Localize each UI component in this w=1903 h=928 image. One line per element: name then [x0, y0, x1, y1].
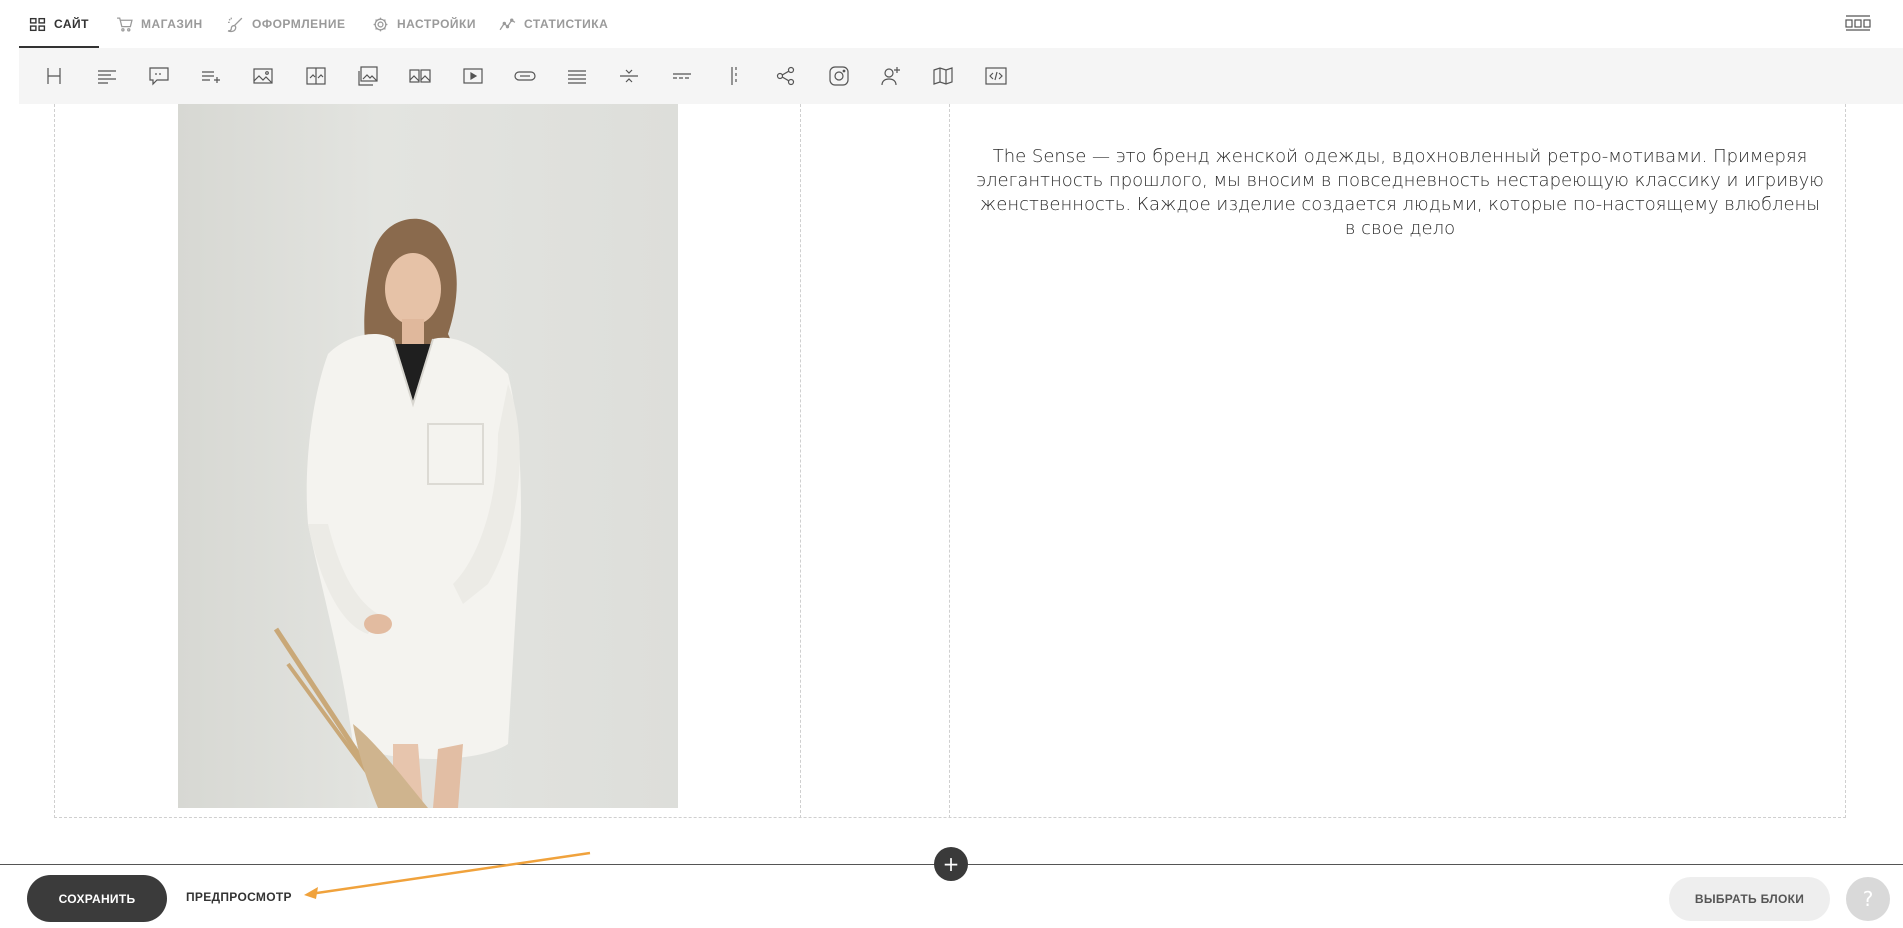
dashed-divider-icon	[673, 73, 691, 79]
tool-text[interactable]	[93, 62, 121, 90]
tool-list[interactable]	[197, 62, 225, 90]
tool-dashed-divider[interactable]	[668, 62, 696, 90]
nav-item-shop[interactable]: МАГАЗИН	[116, 0, 203, 48]
nav-item-label: МАГАЗИН	[141, 17, 203, 31]
tool-video[interactable]	[459, 62, 487, 90]
subscribe-icon	[881, 67, 900, 86]
nav-item-settings[interactable]: НАСТРОЙКИ	[372, 0, 476, 48]
list-icon	[202, 71, 220, 83]
tool-subscribe[interactable]	[877, 62, 905, 90]
brush-icon	[227, 17, 243, 32]
cart-icon	[117, 16, 133, 32]
divider-icon	[620, 69, 638, 83]
share-icon	[776, 66, 795, 86]
nav-item-statistics[interactable]: СТАТИСТИКА	[499, 0, 608, 48]
tool-image-compare[interactable]	[302, 62, 330, 90]
tool-image[interactable]	[249, 62, 277, 90]
nav-item-label: ОФОРМЛЕНИЕ	[252, 17, 346, 31]
tool-lines[interactable]	[563, 62, 591, 90]
tool-code[interactable]	[982, 62, 1010, 90]
quote-icon	[149, 67, 169, 86]
stats-icon	[499, 18, 516, 30]
add-block-button[interactable]: +	[934, 847, 968, 881]
nav-item-design[interactable]: ОФОРМЛЕНИЕ	[227, 0, 345, 48]
nav-item-site[interactable]: САЙТ	[19, 0, 99, 48]
tool-spacer[interactable]	[720, 62, 748, 90]
instagram-icon	[829, 66, 849, 86]
gear-icon	[373, 17, 388, 31]
tool-image-text[interactable]	[354, 62, 382, 90]
nav-item-label: САЙТ	[54, 17, 89, 31]
block-toolbar	[19, 48, 1903, 104]
nav-item-label: СТАТИСТИКА	[524, 17, 609, 31]
heading-icon	[47, 68, 61, 84]
tool-quote[interactable]	[145, 62, 173, 90]
save-button[interactable]: СОХРАНИТЬ	[27, 875, 167, 922]
column-guide	[949, 104, 950, 818]
column-guide	[800, 104, 801, 818]
map-icon	[933, 67, 953, 85]
tool-map[interactable]	[929, 62, 957, 90]
code-icon	[985, 67, 1007, 85]
help-button[interactable]: ?	[1846, 877, 1890, 921]
blocks-icon[interactable]	[1844, 13, 1872, 33]
preview-button[interactable]: ПРЕДПРОСМОТР	[186, 890, 292, 904]
grid-icon	[29, 17, 46, 31]
nav-item-label: НАСТРОЙКИ	[397, 17, 476, 31]
spacer-icon	[731, 67, 737, 85]
model-photo[interactable]	[178, 104, 678, 808]
brand-description-text[interactable]: The Sense — это бренд женской одежды, вд…	[975, 145, 1825, 241]
top-navigation: САЙТ МАГАЗИН ОФОРМЛЕНИЕ НАСТРОЙКИ СТАТИС…	[0, 0, 1903, 48]
tool-instagram[interactable]	[825, 62, 853, 90]
tool-share[interactable]	[772, 62, 800, 90]
image-compare-icon	[306, 67, 326, 85]
image-text-icon	[358, 66, 378, 86]
gallery-icon	[409, 69, 431, 83]
text-icon	[98, 70, 116, 84]
choose-blocks-button[interactable]: ВЫБРАТЬ БЛОКИ	[1669, 877, 1830, 921]
tool-divider[interactable]	[615, 62, 643, 90]
button-icon	[514, 71, 536, 81]
video-icon	[463, 68, 483, 84]
tool-button[interactable]	[511, 62, 539, 90]
tool-heading[interactable]	[40, 62, 68, 90]
tool-gallery[interactable]	[406, 62, 434, 90]
image-icon	[253, 68, 273, 84]
lines-icon	[568, 70, 586, 84]
photo-illustration	[273, 218, 521, 808]
